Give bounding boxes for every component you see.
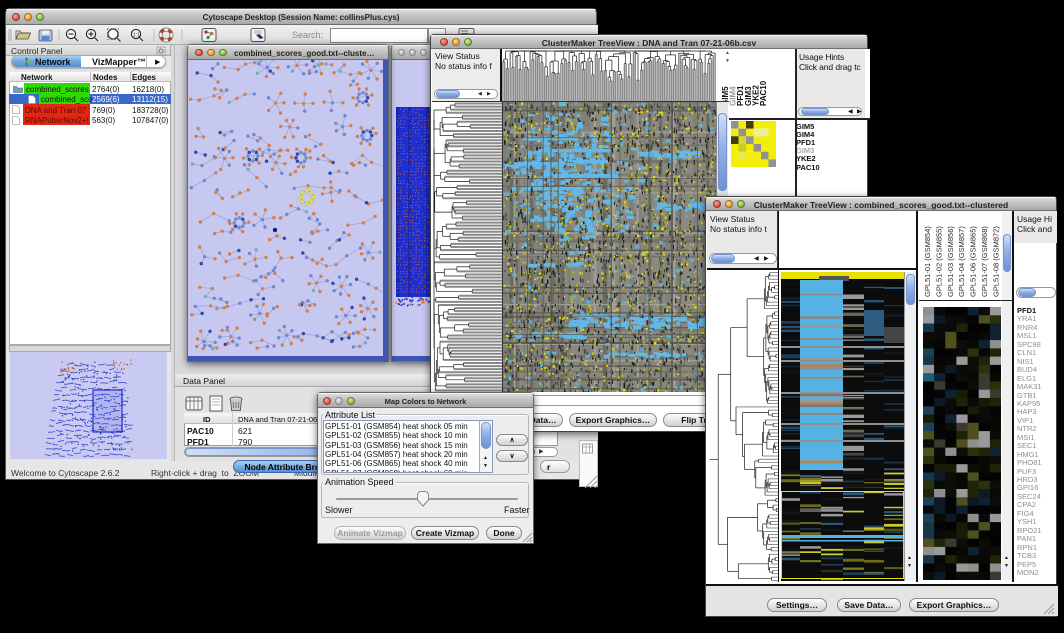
svg-text:1:1: 1:1: [133, 33, 140, 39]
svg-text:PAC10: PAC10: [759, 80, 768, 106]
